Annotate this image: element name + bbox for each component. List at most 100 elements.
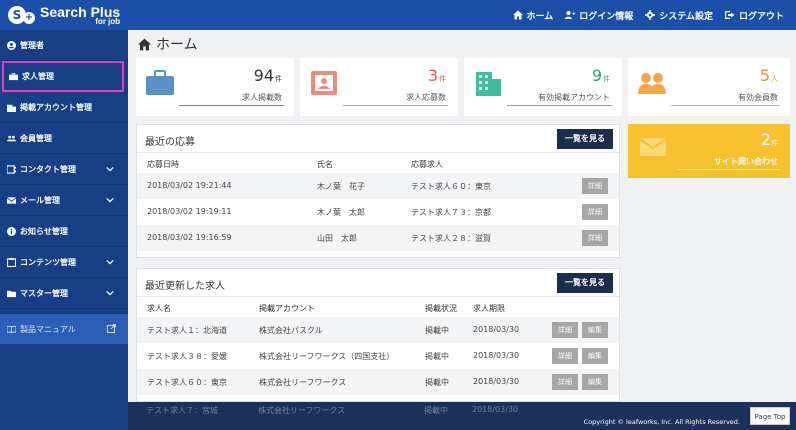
- sidebar-item-master-management[interactable]: マスター管理: [0, 278, 128, 309]
- sidebar-item-label: 掲載アカウント管理: [20, 102, 92, 112]
- nav-system-settings[interactable]: システム設定: [645, 9, 713, 22]
- sidebar-manual-label: 製品マニュアル: [20, 324, 76, 334]
- sidebar-item-label: コンテンツ管理: [20, 257, 76, 267]
- detail-button[interactable]: 詳細: [582, 230, 608, 246]
- building-icon: [7, 104, 16, 112]
- recent-applications-panel: 最近の応募 一覧を見る 応募日時 氏名 応募求人 2018/03/02 19:2…: [136, 124, 620, 258]
- sidebar-item-mail-management[interactable]: メール管理: [0, 185, 128, 216]
- column-header: 氏名: [317, 160, 333, 169]
- contact-icon: [7, 164, 16, 174]
- column-header: 応募日時: [147, 160, 179, 169]
- stat-unit: 件: [771, 139, 778, 147]
- stat-card-site-inquiries[interactable]: 2件 サイト問い合わせ: [628, 124, 790, 178]
- nav-home[interactable]: ホーム: [512, 9, 554, 22]
- nav-home-label: ホーム: [526, 11, 554, 22]
- stat-card-active-members[interactable]: 5人 有効会員数: [628, 58, 790, 116]
- table-row: 2018/03/02 19:16:59 山田 太郎 テスト求人２８：滋賀 詳細: [137, 225, 619, 251]
- stat-value: 2: [760, 130, 771, 149]
- view-all-button[interactable]: 一覧を見る: [557, 129, 613, 149]
- sidebar-item-admin[interactable]: 管理者: [0, 30, 128, 61]
- sidebar: 管理者 求人管理 掲載アカウント管理 会員管理 コンタクト管理 メール管理 お知…: [0, 30, 128, 430]
- job-account: 株式会社パスクル: [259, 326, 323, 335]
- copyright-text: Copyright © leafworks, Inc. All Rights R…: [583, 418, 740, 426]
- users-icon: [638, 73, 666, 94]
- stat-card-job-postings[interactable]: 94件 求人掲載数: [136, 58, 294, 116]
- edit-button[interactable]: 編集: [582, 348, 608, 364]
- stat-underline: [671, 105, 780, 106]
- home-icon: [512, 10, 523, 20]
- applicant-name: 木ノ葉 花子: [317, 182, 365, 191]
- stat-unit: 件: [275, 75, 282, 83]
- sidebar-item-account-management[interactable]: 掲載アカウント管理: [0, 92, 128, 123]
- column-header: 応募求人: [411, 160, 443, 169]
- applied-job: テスト求人２８：滋賀: [411, 234, 491, 243]
- table-row: テスト求人６０：東京 株式会社リーフワークス 掲載中 2018/03/30 詳細…: [137, 369, 619, 395]
- top-header: S + Search Plus for job ホーム ログイン情報 システム設定…: [0, 0, 796, 30]
- job-deadline: 2018/03/30: [473, 351, 520, 360]
- briefcase-icon: [146, 70, 174, 95]
- sidebar-product-manual-link[interactable]: 製品マニュアル: [0, 314, 128, 344]
- page-top-button[interactable]: Page Top: [750, 407, 790, 425]
- sidebar-item-news-management[interactable]: お知らせ管理: [0, 216, 128, 247]
- job-name: テスト求人６０：東京: [147, 378, 227, 387]
- job-status: 掲載中: [425, 326, 449, 335]
- application-date: 2018/03/02 19:16:59: [147, 233, 232, 242]
- chevron-down-icon: [106, 259, 114, 265]
- sidebar-item-member-management[interactable]: 会員管理: [0, 123, 128, 154]
- sidebar-item-label: 会員管理: [20, 133, 52, 143]
- job-name: テスト求人３８：愛媛: [147, 352, 227, 361]
- detail-button[interactable]: 詳細: [582, 204, 608, 220]
- job-deadline: 2018/03/30: [472, 405, 519, 414]
- stat-card-applications[interactable]: 3件 求人応募数: [300, 58, 458, 116]
- edit-button[interactable]: 編集: [582, 374, 608, 390]
- page-footer: テスト求人７：宮城 株式会社リーフワークス 掲載中 2018/03/30 Cop…: [128, 402, 796, 430]
- stat-label: 有効掲載アカウント: [538, 93, 610, 102]
- applied-job: テスト求人７３：京都: [411, 208, 491, 217]
- chevron-down-icon: [106, 166, 114, 172]
- nav-system-settings-label: システム設定: [659, 11, 713, 22]
- column-header: 掲載アカウント: [259, 304, 315, 313]
- applicant-name: 山田 太郎: [317, 234, 357, 243]
- sidebar-item-content-management[interactable]: コンテンツ管理: [0, 247, 128, 278]
- mail-icon: [7, 196, 16, 204]
- job-name: テスト求人７：宮城: [146, 406, 218, 415]
- job-account: 株式会社リーフワークス（四国支社）: [259, 352, 395, 361]
- gear-icon: [645, 10, 656, 20]
- recently-updated-jobs-panel: 最近更新した求人 一覧を見る 求人名 掲載アカウント 掲載状況 求人期限 テスト…: [136, 268, 620, 402]
- table-row: 2018/03/02 19:19:11 木ノ葉 太郎 テスト求人７３：京都 詳細: [137, 199, 619, 225]
- stat-label: 求人掲載数: [242, 93, 282, 102]
- stat-underline: [179, 105, 284, 106]
- logout-icon: [724, 11, 735, 19]
- stat-label: サイト問い合わせ: [714, 157, 778, 166]
- top-nav: ホーム ログイン情報 システム設定 ログアウト: [512, 0, 784, 30]
- stat-value: 94: [253, 66, 274, 85]
- detail-button[interactable]: 詳細: [552, 322, 578, 338]
- stat-label: 求人応募数: [406, 93, 446, 102]
- panel-title: 最近更新した求人: [145, 281, 225, 292]
- stat-card-active-accounts[interactable]: 9件 有効掲載アカウント: [464, 58, 622, 116]
- page-title: ホーム: [138, 34, 198, 54]
- detail-button[interactable]: 詳細: [552, 348, 578, 364]
- chevron-down-icon: [106, 197, 114, 203]
- stat-label: 有効会員数: [738, 93, 778, 102]
- view-all-button[interactable]: 一覧を見る: [557, 273, 613, 293]
- detail-button[interactable]: 詳細: [552, 374, 578, 390]
- sidebar-item-label: 求人管理: [22, 71, 54, 81]
- sidebar-item-contact-management[interactable]: コンタクト管理: [0, 154, 128, 185]
- application-date: 2018/03/02 19:19:11: [147, 207, 232, 216]
- detail-button[interactable]: 詳細: [582, 178, 608, 194]
- job-status: 掲載中: [425, 378, 449, 387]
- users-icon: [7, 135, 16, 141]
- sidebar-item-job-management[interactable]: 求人管理: [2, 61, 124, 92]
- stat-unit: 人: [771, 75, 778, 83]
- edit-button[interactable]: 編集: [582, 322, 608, 338]
- nav-logout[interactable]: ログアウト: [724, 9, 784, 22]
- nav-login-info[interactable]: ログイン情報: [565, 9, 633, 22]
- app-logo[interactable]: S + Search Plus for job: [6, 3, 120, 27]
- job-status: 掲載中: [425, 352, 449, 361]
- page-title-text: ホーム: [156, 37, 198, 53]
- stat-underline: [678, 169, 780, 170]
- info-icon: [7, 226, 16, 236]
- nav-login-info-label: ログイン情報: [579, 11, 634, 22]
- external-link-icon: [107, 324, 116, 333]
